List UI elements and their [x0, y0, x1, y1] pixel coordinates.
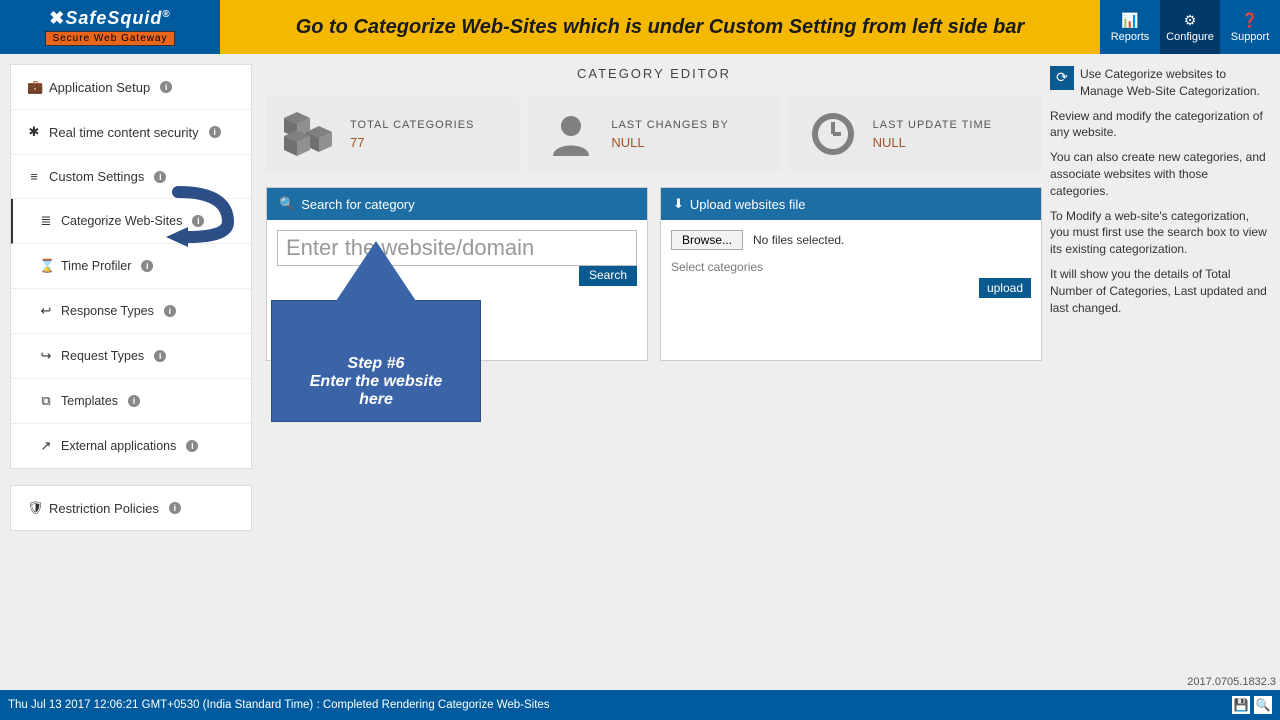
- stat-last-update: LAST UPDATE TIME NULL: [789, 97, 1042, 171]
- stat-label: TOTAL CATEGORIES: [350, 119, 474, 131]
- search-footer-icon[interactable]: 🔍: [1254, 696, 1272, 714]
- nav-label: Configure: [1166, 31, 1214, 43]
- stat-label: LAST CHANGES BY: [611, 119, 729, 131]
- sidebar-label: Response Types: [61, 304, 154, 318]
- sidebar-label: Categorize Web-Sites: [61, 214, 182, 228]
- sliders-icon: ≡: [27, 169, 41, 184]
- sidebar-item-restriction[interactable]: 🛡 Restriction Policies i: [11, 486, 251, 530]
- brand-logo: ✖SafeSquid® Secure Web Gateway: [0, 0, 220, 54]
- help-text: Review and modify the categorization of …: [1050, 108, 1270, 142]
- nav-reports[interactable]: 📊 Reports: [1100, 0, 1160, 54]
- search-icon: 🔍: [279, 196, 295, 212]
- stat-label: LAST UPDATE TIME: [873, 119, 992, 131]
- instruction-banner: Go to Categorize Web-Sites which is unde…: [220, 0, 1100, 54]
- select-categories-label: Select categories: [671, 260, 1031, 274]
- sidebar-label: Restriction Policies: [49, 501, 159, 516]
- info-icon: i: [160, 81, 172, 93]
- info-icon: i: [209, 126, 221, 138]
- help-text: To Modify a web-site's categorization, y…: [1050, 208, 1270, 258]
- info-icon: i: [154, 350, 166, 362]
- search-input[interactable]: [277, 230, 637, 266]
- top-header: ✖SafeSquid® Secure Web Gateway Go to Cat…: [0, 0, 1280, 54]
- stats-row: TOTAL CATEGORIES 77 LAST CHANGES BY NULL: [266, 97, 1042, 171]
- sidebar-item-custom-settings[interactable]: ≡ Custom Settings i: [11, 155, 251, 199]
- sidebar-label: Application Setup: [49, 80, 150, 95]
- external-icon: ↗: [39, 438, 53, 454]
- info-icon: i: [164, 305, 176, 317]
- sidebar: 💼 Application Setup i ✱ Real time conten…: [0, 54, 252, 690]
- sidebar-item-categorize[interactable]: ≣ Categorize Web-Sites i: [11, 199, 251, 244]
- sidebar-item-request-types[interactable]: ↪ Request Types i: [11, 334, 251, 379]
- nav-label: Support: [1231, 31, 1270, 43]
- version-label: 2017.0705.1832.3: [1187, 676, 1276, 688]
- share-icon: ↪: [39, 348, 53, 364]
- sidebar-item-realtime[interactable]: ✱ Real time content security i: [11, 110, 251, 155]
- sidebar-label: Real time content security: [49, 125, 199, 140]
- asterisk-icon: ✱: [27, 124, 41, 140]
- user-icon: [541, 109, 601, 159]
- refresh-button[interactable]: ⟳: [1050, 66, 1074, 90]
- help-icon: ❓: [1241, 12, 1258, 29]
- callout-line: here: [282, 391, 470, 409]
- help-column: ⟳ Use Categorize websites to Manage Web-…: [1042, 66, 1270, 680]
- sidebar-label: Time Profiler: [61, 259, 131, 273]
- browse-button[interactable]: Browse...: [671, 230, 743, 250]
- info-icon: i: [128, 395, 140, 407]
- sidebar-label: External applications: [61, 439, 176, 453]
- cubes-icon: [280, 109, 340, 159]
- help-text: You can also create new categories, and …: [1050, 149, 1270, 199]
- help-text: It will show you the details of Total Nu…: [1050, 266, 1270, 316]
- sidebar-item-application-setup[interactable]: 💼 Application Setup i: [11, 65, 251, 110]
- stat-total-categories: TOTAL CATEGORIES 77: [266, 97, 519, 171]
- info-icon: i: [186, 440, 198, 452]
- sidebar-label: Request Types: [61, 349, 144, 363]
- top-nav: 📊 Reports ⚙ Configure ❓ Support: [1100, 0, 1280, 54]
- info-icon: i: [141, 260, 153, 272]
- status-bar: Thu Jul 13 2017 12:06:21 GMT+0530 (India…: [0, 690, 1280, 720]
- stat-value: 77: [350, 135, 474, 150]
- sidebar-item-time-profiler[interactable]: ⌛ Time Profiler i: [11, 244, 251, 289]
- hourglass-icon: ⌛: [39, 258, 53, 274]
- search-button[interactable]: Search: [579, 264, 637, 286]
- reply-icon: ↩: [39, 303, 53, 319]
- status-text: Thu Jul 13 2017 12:06:21 GMT+0530 (India…: [8, 699, 550, 711]
- sidebar-label: Custom Settings: [49, 169, 144, 184]
- sidebar-item-external-apps[interactable]: ↗ External applications i: [11, 424, 251, 468]
- help-text: Use Categorize websites to Manage Web-Si…: [1050, 66, 1270, 100]
- db-icon: ≣: [39, 213, 53, 229]
- page-title: CATEGORY EDITOR: [266, 66, 1042, 81]
- nav-configure[interactable]: ⚙ Configure: [1160, 0, 1220, 54]
- cogs-icon: ⚙: [1184, 12, 1197, 29]
- annotation-callout: Step #6 Enter the website here: [271, 300, 481, 422]
- shield-icon: 🛡: [27, 500, 41, 516]
- nav-support[interactable]: ❓ Support: [1220, 0, 1280, 54]
- stat-last-changes: LAST CHANGES BY NULL: [527, 97, 780, 171]
- callout-line: Step #6: [282, 355, 470, 373]
- upload-button[interactable]: upload: [979, 278, 1031, 298]
- panel-title: Upload websites file: [690, 197, 806, 212]
- stat-value: NULL: [873, 135, 992, 150]
- nav-label: Reports: [1111, 31, 1150, 43]
- no-file-label: No files selected.: [753, 233, 844, 247]
- info-icon: i: [169, 502, 181, 514]
- sidebar-label: Templates: [61, 394, 118, 408]
- panel-title: Search for category: [301, 197, 414, 212]
- sidebar-item-templates[interactable]: ⧉ Templates i: [11, 379, 251, 424]
- info-icon: i: [192, 215, 204, 227]
- clock-icon: [803, 109, 863, 159]
- briefcase-icon: 💼: [27, 79, 41, 95]
- chart-icon: 📊: [1121, 12, 1138, 29]
- upload-panel: ⬇ Upload websites file Browse... No files…: [660, 187, 1042, 361]
- save-icon[interactable]: 💾: [1232, 696, 1250, 714]
- template-icon: ⧉: [39, 393, 53, 409]
- info-icon: i: [154, 171, 166, 183]
- upload-icon: ⬇: [673, 196, 684, 212]
- callout-line: Enter the website: [282, 373, 470, 391]
- sidebar-item-response-types[interactable]: ↩ Response Types i: [11, 289, 251, 334]
- stat-value: NULL: [611, 135, 729, 150]
